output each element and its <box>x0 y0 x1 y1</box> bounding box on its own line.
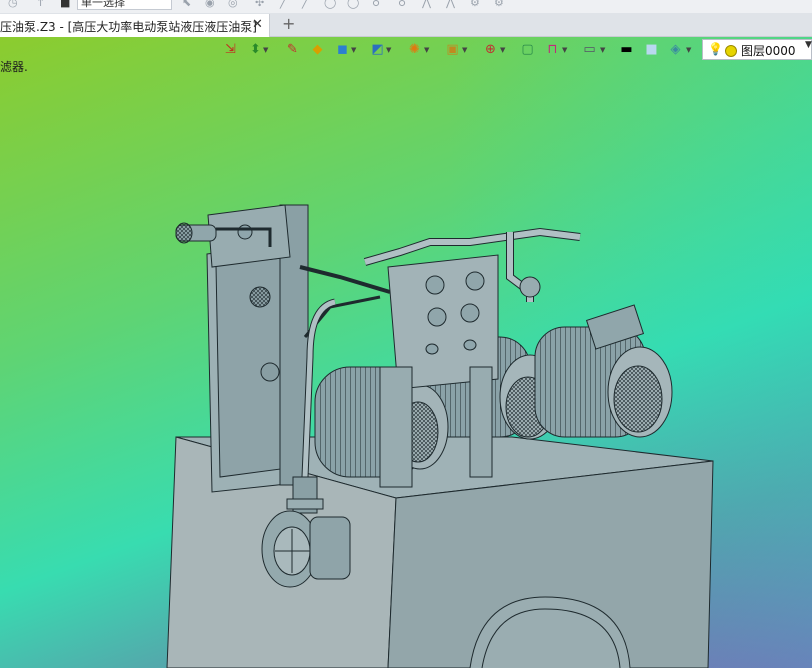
top-toolbar-strip: ◷ ↑ ■ 单一选择 ⬉ ◉ ◎ ✣ ╱ ╱ ◯ ◯ ♁ ♁ ⋀ ⋀ ⚙ ⚙ <box>0 0 812 13</box>
fillet-icon[interactable]: ⋀ <box>446 0 455 9</box>
document-tab[interactable]: 压油泵.Z3 - [高压大功率电动泵站液压液压油泵] ✕ <box>0 14 270 37</box>
stop-icon[interactable]: ■ <box>60 0 70 9</box>
gear-icon[interactable]: ⚙ <box>470 0 480 9</box>
gear-2-icon[interactable]: ⚙ <box>494 0 504 9</box>
document-tab-bar: 压油泵.Z3 - [高压大功率电动泵站液压液压油泵] ✕ + <box>0 13 812 37</box>
filter-icon[interactable]: ⬉ <box>182 0 191 9</box>
3d-viewport[interactable]: 滤器. ⇲ ⬍ ▼ ✎ ◆ ◼ ▼ ◩ ▼ ✺ ▼ ▣ ▼ ⊕ ▼ ▢ ⊓ ▼ … <box>0 37 812 668</box>
close-tab-icon[interactable]: ✕ <box>252 17 263 32</box>
pick-icon[interactable]: ◉ <box>205 0 215 9</box>
arc-icon[interactable]: ╱ <box>302 0 309 9</box>
new-tab-icon[interactable]: + <box>282 16 295 32</box>
circle-icon[interactable]: ◯ <box>324 0 336 9</box>
pin-icon[interactable]: ↑ <box>36 0 45 9</box>
selection-mode-select[interactable]: 单一选择 <box>77 0 172 10</box>
point-2-icon[interactable]: ♁ <box>398 0 406 9</box>
line-icon[interactable]: ╱ <box>280 0 287 9</box>
snap-icon[interactable]: ◎ <box>228 0 238 9</box>
circle-2-icon[interactable]: ◯ <box>347 0 359 9</box>
undo-icon[interactable]: ◷ <box>8 0 18 9</box>
move-icon[interactable]: ✣ <box>255 0 264 9</box>
trim-icon[interactable]: ⋀ <box>422 0 431 9</box>
document-tab-title: 压油泵.Z3 - [高压大功率电动泵站液压液压油泵] <box>0 20 257 34</box>
hydraulic-pump-model[interactable] <box>0 37 812 668</box>
point-icon[interactable]: ♁ <box>372 0 380 9</box>
